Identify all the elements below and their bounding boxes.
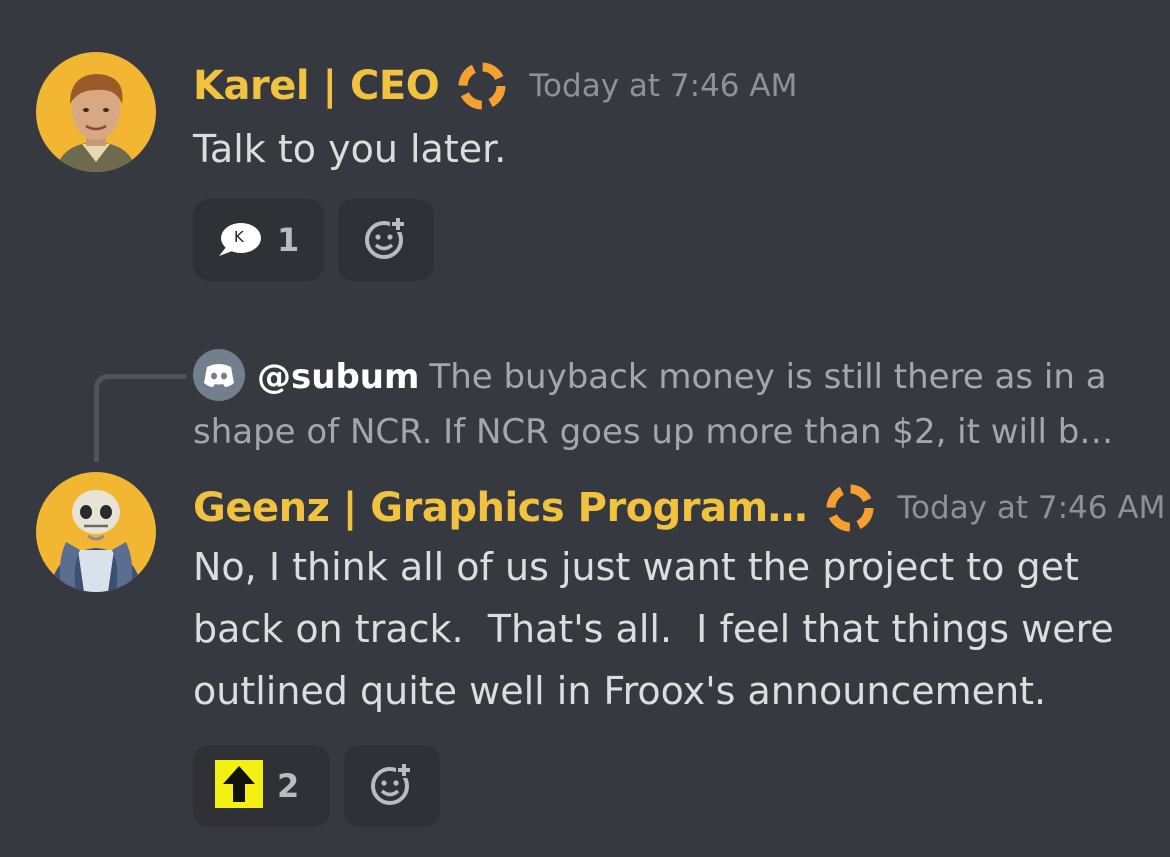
add-reaction-button[interactable] bbox=[338, 199, 434, 281]
message-content: Talk to you later. bbox=[193, 127, 507, 171]
reaction[interactable]: 2 bbox=[193, 745, 330, 827]
reply-preview[interactable]: @subum The buyback money is still there a… bbox=[193, 348, 1133, 459]
username[interactable]: Karel | CEO bbox=[193, 63, 440, 109]
up-arrow-icon bbox=[215, 760, 263, 812]
reaction[interactable]: K 1 bbox=[193, 199, 324, 281]
reactions: K 1 bbox=[193, 199, 448, 281]
message-header: Karel | CEO Today at 7:46 AM bbox=[193, 58, 797, 114]
reply-author[interactable]: @subum bbox=[257, 357, 419, 397]
message: Karel | CEO Today at 7:46 AM Talk to you… bbox=[0, 0, 1170, 300]
avatar[interactable] bbox=[36, 52, 156, 172]
emoji-letter: K bbox=[234, 228, 244, 246]
username[interactable]: Geenz | Graphics Program… bbox=[193, 485, 808, 531]
add-reaction-icon bbox=[362, 214, 410, 266]
message-header: Geenz | Graphics Program… Today at 7:46 … bbox=[193, 480, 1165, 536]
add-reaction-button[interactable] bbox=[344, 745, 440, 827]
role-icon bbox=[454, 58, 510, 114]
add-reaction-icon bbox=[368, 760, 416, 812]
role-icon bbox=[822, 480, 878, 536]
reaction-count: 1 bbox=[277, 221, 300, 259]
reply-connector bbox=[94, 374, 186, 462]
message: @subum The buyback money is still there a… bbox=[0, 330, 1170, 857]
reactions: 2 bbox=[193, 745, 454, 827]
reaction-count: 2 bbox=[277, 767, 300, 805]
discord-icon bbox=[193, 348, 245, 401]
avatar[interactable] bbox=[36, 472, 156, 592]
timestamp[interactable]: Today at 7:46 AM bbox=[897, 490, 1165, 526]
chat-log: Karel | CEO Today at 7:46 AM Talk to you… bbox=[0, 0, 1170, 857]
timestamp[interactable]: Today at 7:46 AM bbox=[529, 68, 797, 104]
message-content: No, I think all of us just want the proj… bbox=[193, 545, 1126, 713]
speech-bubble-k-icon: K bbox=[215, 220, 263, 260]
